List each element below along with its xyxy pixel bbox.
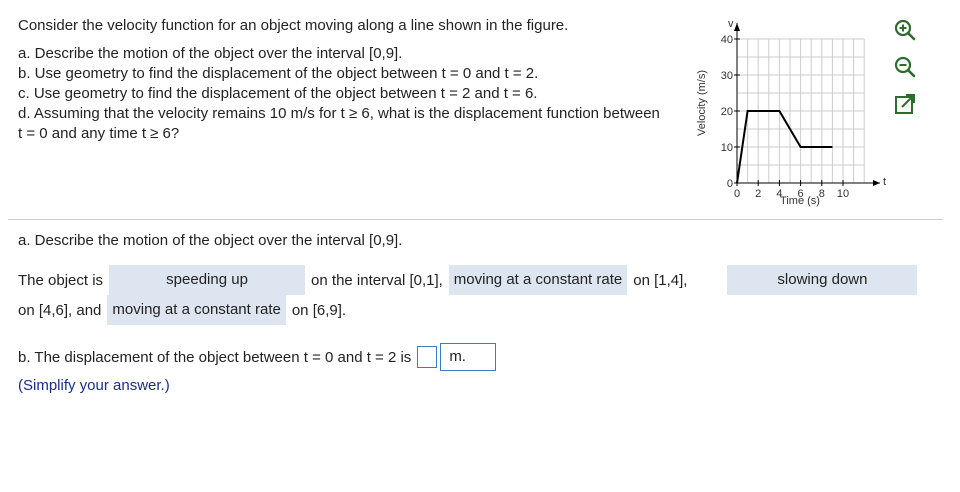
y-tick-label: 20 [721,106,733,118]
answer-a-row-2: on [4,6], and moving at a constant rate … [18,295,943,325]
choice-speeding-up[interactable]: speeding up [109,265,306,295]
answer-b-row: b. The displacement of the object betwee… [18,343,943,371]
answer-b-input[interactable] [417,346,438,368]
x-tick-label: 0 [734,188,740,200]
answer-a-text-1: The object is [18,271,104,289]
x-var-label: t [883,176,886,188]
answer-b-hint: (Simplify your answer.) [18,377,170,394]
answer-a-title: a. Describe the motion of the object ove… [18,232,403,249]
y-tick-label: 0 [727,178,733,190]
x-tick-label: 2 [755,188,761,200]
x-axis-arrow [873,180,880,186]
problem-statement: Consider the velocity function for an ob… [18,16,668,144]
answer-a-text-2: on the interval [0,1], [311,271,443,289]
y-tick-label: 10 [721,142,733,154]
problem-intro: Consider the velocity function for an ob… [18,17,569,34]
choice-constant-rate-2[interactable]: moving at a constant rate [107,295,286,325]
y-axis-arrow [734,23,740,31]
y-axis-title: Velocity (m/s) [696,70,708,136]
answer-a-text-3: on [1,4], [633,271,688,289]
answer-b-text: b. The displacement of the object betwee… [18,348,412,366]
section-divider [8,219,943,220]
part-d: d. Assuming that the velocity remains 10… [18,105,660,142]
y-tick-label: 30 [721,70,733,82]
answer-area: a. Describe the motion of the object ove… [18,231,943,394]
answer-b-unit: m. [440,343,497,371]
y-tick-label: 40 [721,34,733,46]
velocity-graph: 010203040 0 2 4 6 8 10 v t Time (s) Velocity … [696,18,886,207]
choice-slowing-down[interactable]: slowing down [727,265,918,295]
x-tick-label: 10 [837,188,849,200]
answer-a-text-4: on [4,6], and [18,301,102,319]
x-axis-title: Time (s) [780,195,820,207]
part-b: b. Use geometry to find the displacement… [18,65,539,82]
graph-tools [893,18,917,116]
part-c: c. Use geometry to find the displacement… [18,85,538,102]
answer-a-text-5: on [6,9]. [291,301,347,319]
zoom-out-icon[interactable] [893,55,917,79]
choice-constant-rate-1[interactable]: moving at a constant rate [448,265,628,295]
y-var-label: v [728,18,734,30]
zoom-in-icon[interactable] [893,18,917,42]
part-a: a. Describe the motion of the object ove… [18,45,403,62]
popout-icon[interactable] [893,92,917,116]
answer-a-row-1: The object is speeding up on the interva… [18,265,943,295]
